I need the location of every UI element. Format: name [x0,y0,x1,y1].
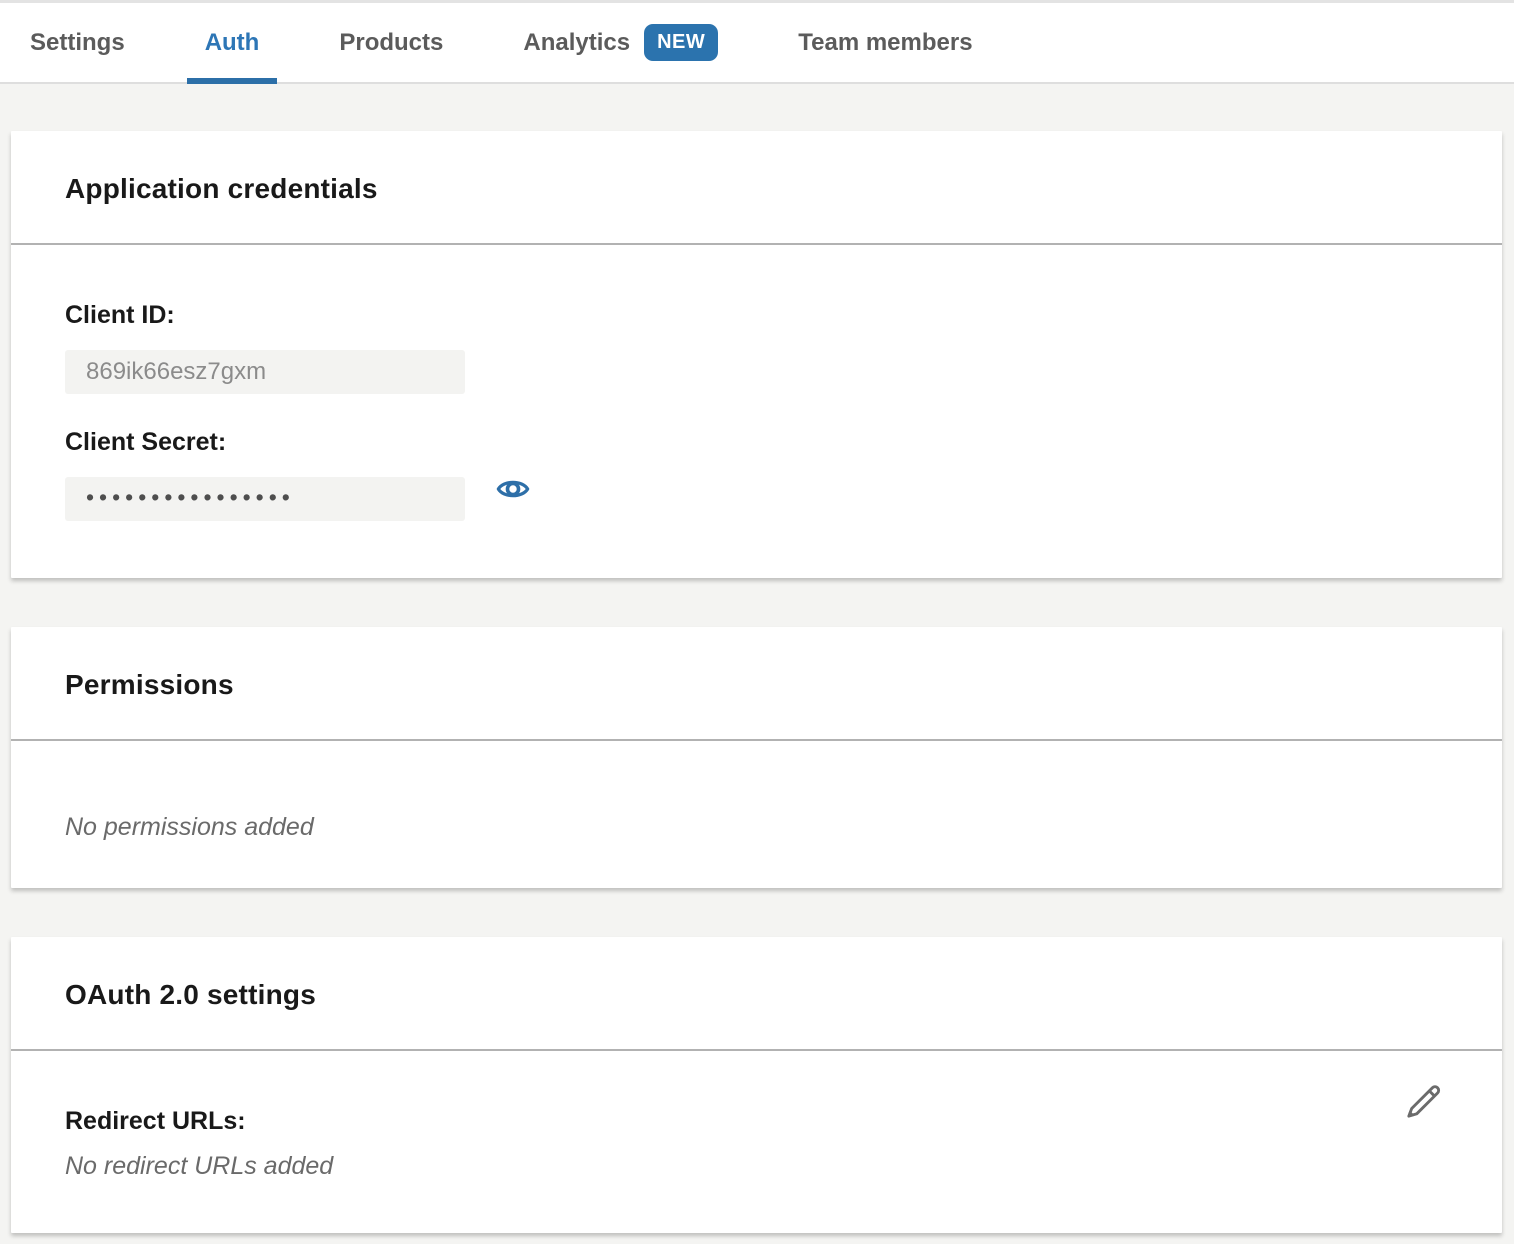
client-id-value: 869ik66esz7gxm [65,350,465,394]
edit-redirect-urls-button[interactable] [1400,1079,1446,1125]
tab-auth[interactable]: Auth [187,3,278,82]
new-badge: NEW [644,24,718,61]
reveal-secret-button[interactable] [496,472,530,506]
tab-analytics-label: Analytics [523,29,630,57]
tab-team-members[interactable]: Team members [780,3,990,82]
application-credentials-body: Client ID: 869ik66esz7gxm Client Secret:… [11,245,1502,578]
tab-auth-label: Auth [205,29,260,57]
tab-bar: Settings Auth Products Analytics NEW Tea… [0,0,1514,84]
tab-settings-label: Settings [30,29,125,57]
tab-settings[interactable]: Settings [12,3,143,82]
pencil-icon [1400,1079,1446,1125]
oauth-settings-title: OAuth 2.0 settings [65,979,1448,1011]
redirect-urls-label: Redirect URLs: [65,1107,1448,1136]
permissions-header: Permissions [11,627,1502,741]
permissions-card: Permissions No permissions added [11,627,1502,888]
client-secret-row: •••••••••••••••• [65,457,1448,521]
permissions-body: No permissions added [11,741,1502,888]
tab-analytics[interactable]: Analytics NEW [505,3,736,82]
client-secret-label: Client Secret: [65,428,1448,457]
permissions-title: Permissions [65,669,1448,701]
client-id-text: 869ik66esz7gxm [86,358,266,385]
application-credentials-title: Application credentials [65,173,1448,205]
client-secret-value: •••••••••••••••• [65,477,465,521]
tab-products-label: Products [339,29,443,57]
main-content: Application credentials Client ID: 869ik… [0,84,1514,1233]
oauth-settings-card: OAuth 2.0 settings Redirect URLs: No red… [11,937,1502,1233]
tab-team-members-label: Team members [798,29,972,57]
client-id-label: Client ID: [65,301,1448,330]
tab-products[interactable]: Products [321,3,461,82]
oauth-settings-body: Redirect URLs: No redirect URLs added [11,1051,1502,1233]
client-secret-masked-text: •••••••••••••••• [86,484,295,510]
redirect-urls-empty-text: No redirect URLs added [65,1152,1448,1181]
application-credentials-header: Application credentials [11,131,1502,245]
application-credentials-card: Application credentials Client ID: 869ik… [11,131,1502,578]
oauth-settings-header: OAuth 2.0 settings [11,937,1502,1051]
eye-icon [496,472,530,506]
permissions-empty-text: No permissions added [65,813,1448,842]
